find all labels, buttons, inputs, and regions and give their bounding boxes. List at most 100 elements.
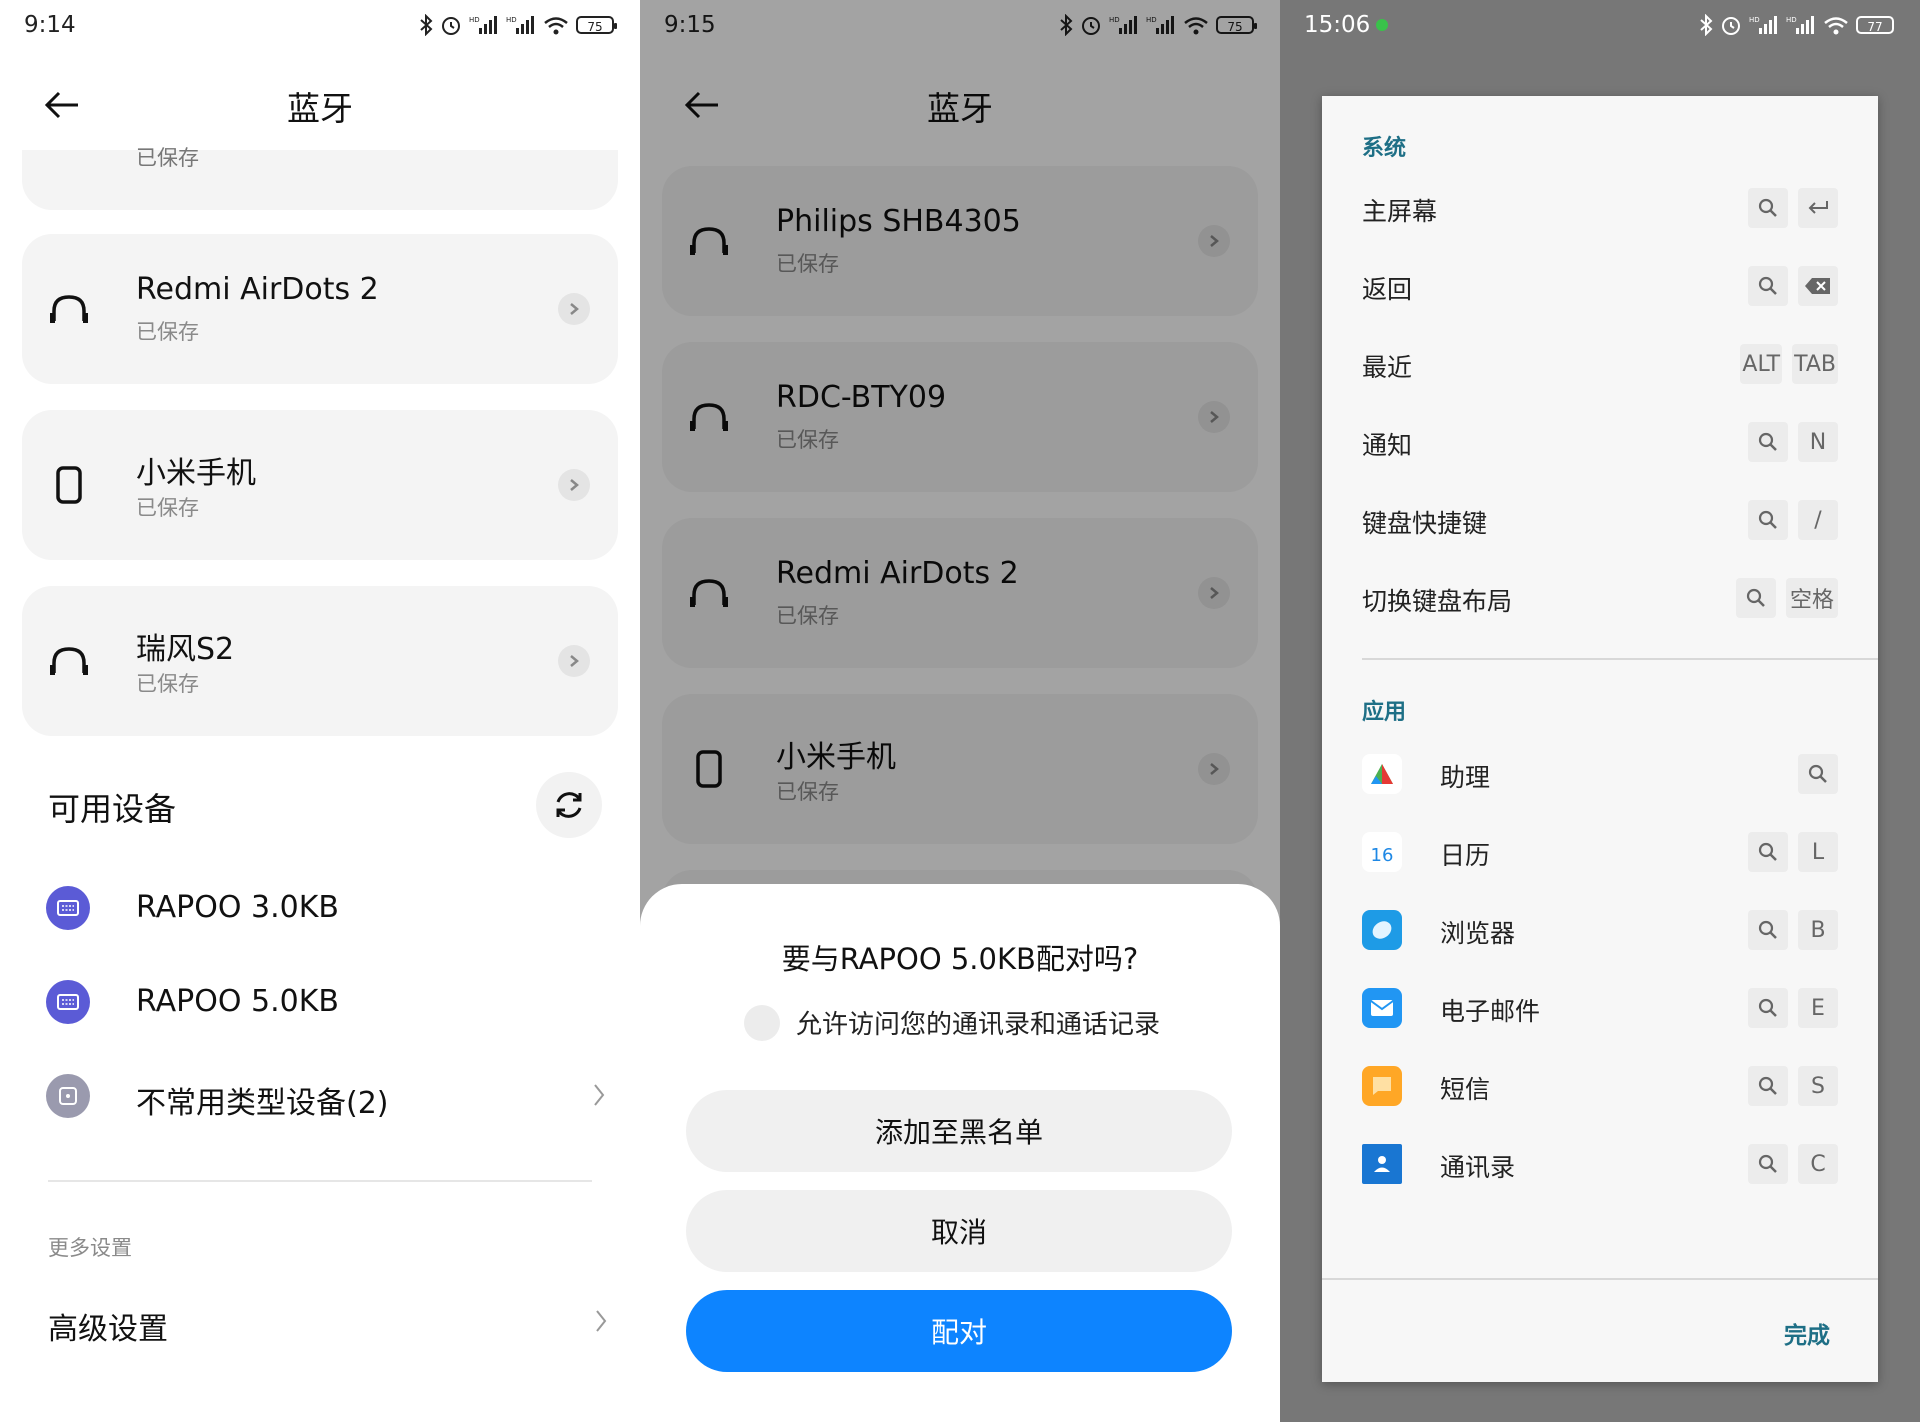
pair-question: 要与RAPOO 5.0KB配对吗? (781, 942, 1139, 976)
recording-dot-icon (1376, 19, 1389, 31)
available-device-rapoo-5[interactable]: RAPOO 5.0KB (46, 972, 606, 1032)
search-key-icon (1748, 1066, 1788, 1106)
chevron-right-icon[interactable] (558, 293, 590, 325)
letter-key: C (1798, 1144, 1838, 1184)
backspace-key-icon (1798, 266, 1838, 306)
alarm-icon (442, 17, 460, 35)
bluetooth-icon (1700, 14, 1713, 36)
app-row-email[interactable]: 电子邮件 E (1362, 978, 1838, 1038)
device-card-ruifeng-s2[interactable]: 瑞风S2 已保存 (22, 586, 618, 736)
done-button[interactable]: 完成 (1784, 1316, 1830, 1350)
device-name: 瑞风S2 (136, 632, 235, 667)
contacts-icon (1362, 1144, 1402, 1184)
phone-icon (56, 466, 82, 504)
app-label: 通讯录 (1440, 1153, 1516, 1182)
system-group-title: 系统 (1362, 136, 1407, 161)
search-key-icon (1748, 1144, 1788, 1184)
device-status: 已保存 (136, 320, 199, 344)
app-label: 电子邮件 (1440, 997, 1541, 1026)
headphones-icon (50, 647, 88, 675)
app-row-sms[interactable]: 短信 S (1362, 1056, 1838, 1116)
chevron-right-icon (594, 1084, 605, 1106)
device-card-redmi-airdots[interactable]: Redmi AirDots 2 已保存 (22, 234, 618, 384)
pair-button[interactable]: 配对 (686, 1290, 1232, 1372)
alt-key: ALT (1740, 344, 1783, 384)
search-key-icon (1748, 266, 1788, 306)
divider (1362, 658, 1878, 660)
bluetooth-settings-panel: 9:14 HD HD 75 蓝牙 已保存 Redmi AirDots 2 已保存… (0, 0, 640, 1422)
letter-key: S (1798, 1066, 1838, 1106)
divider (1322, 1278, 1878, 1280)
search-key-icon (1748, 910, 1788, 950)
cancel-button[interactable]: 取消 (686, 1190, 1232, 1272)
space-key: 空格 (1785, 578, 1838, 618)
assistant-icon (1362, 754, 1402, 794)
device-name: RAPOO 5.0KB (136, 984, 339, 1019)
device-status: 已保存 (136, 672, 199, 696)
device-status: 已保存 (136, 146, 199, 170)
permission-checkbox[interactable] (744, 1004, 780, 1041)
search-key-icon (1748, 988, 1788, 1028)
advanced-settings-item[interactable]: 高级设置 (48, 1292, 608, 1352)
search-key-icon (1748, 500, 1788, 540)
device-card-partial[interactable]: 已保存 (22, 146, 618, 210)
shortcut-row-back[interactable]: 返回 (1362, 256, 1838, 316)
chevron-right-icon (596, 1310, 607, 1332)
svg-text:HD: HD (506, 16, 517, 24)
headphones-icon (50, 295, 88, 323)
shortcut-row-recent[interactable]: 最近 ALT TAB (1362, 334, 1838, 394)
keyboard-icon (46, 980, 90, 1024)
device-name: 不常用类型设备(2) (136, 1086, 389, 1121)
shortcut-row-keyboard-shortcuts[interactable]: 键盘快捷键 / (1362, 490, 1838, 550)
keyboard-shortcuts-dialog: 系统 主屏幕 返回 最近 ALT TAB 通知 N 键盘快捷键 / 切换键盘布局… (1322, 96, 1878, 1382)
svg-text:HD: HD (1749, 16, 1760, 24)
shortcut-label: 切换键盘布局 (1362, 587, 1513, 616)
divider (48, 1180, 592, 1182)
available-device-rapoo-3[interactable]: RAPOO 3.0KB (46, 878, 606, 938)
app-row-browser[interactable]: 浏览器 B (1362, 900, 1838, 960)
search-key-icon (1798, 754, 1838, 794)
email-icon (1362, 988, 1402, 1028)
svg-text:HD: HD (1786, 16, 1797, 24)
app-label: 助理 (1440, 763, 1491, 792)
shortcut-label: 键盘快捷键 (1362, 509, 1488, 538)
refresh-button[interactable] (536, 772, 602, 838)
device-name: RAPOO 3.0KB (136, 890, 339, 925)
status-time: 15:06 (1304, 12, 1371, 38)
wifi-icon (1824, 17, 1848, 35)
chevron-right-icon[interactable] (558, 645, 590, 677)
search-key-icon (1748, 832, 1788, 872)
contacts-permission-row[interactable]: 允许访问您的通讯录和通话记录 (744, 1004, 1160, 1041)
enter-key-icon (1798, 188, 1838, 228)
shortcut-row-switch-layout[interactable]: 切换键盘布局 空格 (1362, 568, 1838, 628)
calendar-icon: 16 (1362, 832, 1402, 872)
permission-label: 允许访问您的通讯录和通话记录 (796, 1010, 1161, 1040)
pair-dialog: 要与RAPOO 5.0KB配对吗? 允许访问您的通讯录和通话记录 添加至黑名单 … (640, 884, 1280, 1422)
shortcut-row-notifications[interactable]: 通知 N (1362, 412, 1838, 472)
letter-key: E (1798, 988, 1838, 1028)
app-row-assistant[interactable]: 助理 (1362, 744, 1838, 804)
keyboard-shortcuts-panel: 15:06 HD HD 77 系统 主屏幕 返回 最近 ALT TAB 通知 N… (1280, 0, 1920, 1422)
device-card-xiaomi-phone[interactable]: 小米手机 已保存 (22, 410, 618, 560)
signal-icon: HD (1786, 16, 1814, 34)
apps-group-title: 应用 (1362, 700, 1407, 725)
chevron-right-icon[interactable] (558, 469, 590, 501)
device-icon (46, 1074, 90, 1118)
add-to-blacklist-button[interactable]: 添加至黑名单 (686, 1090, 1232, 1172)
svg-text:HD: HD (469, 16, 480, 24)
letter-key: N (1798, 422, 1838, 462)
shortcut-row-home[interactable]: 主屏幕 (1362, 178, 1838, 238)
uncommon-devices-item[interactable]: 不常用类型设备(2) (46, 1066, 606, 1126)
app-row-calendar[interactable]: 16 日历 L (1362, 822, 1838, 882)
search-key-icon (1748, 422, 1788, 462)
bluetooth-icon (420, 14, 433, 36)
app-row-contacts[interactable]: 通讯录 C (1362, 1134, 1838, 1194)
browser-icon (1362, 910, 1402, 950)
battery-icon: 75 (576, 16, 617, 34)
signal-icon: HD (469, 16, 497, 34)
device-status: 已保存 (136, 496, 199, 520)
search-key-icon (1735, 578, 1776, 618)
shortcut-label: 最近 (1362, 353, 1413, 382)
page-title: 蓝牙 (287, 89, 353, 128)
more-settings-label: 更多设置 (48, 1236, 132, 1260)
